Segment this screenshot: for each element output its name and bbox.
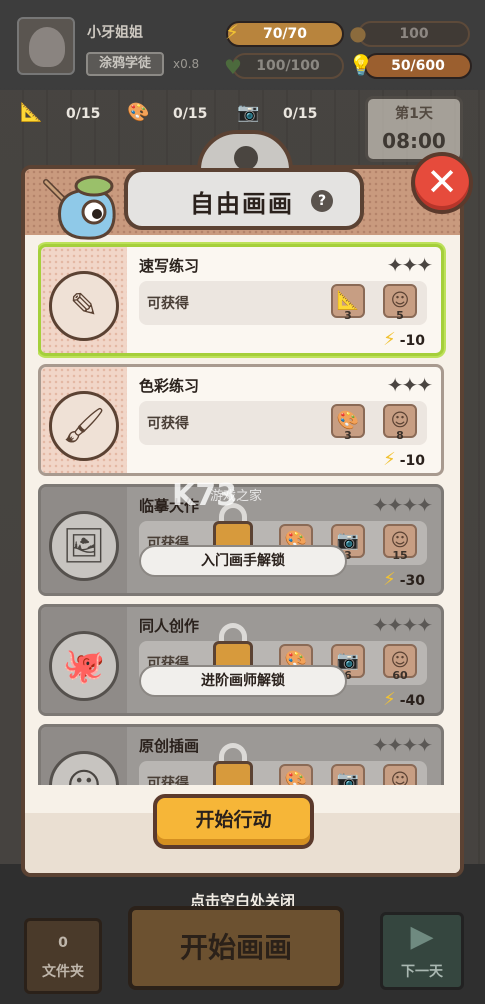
card-art-panel: 🐙 — [41, 607, 127, 713]
day-time: 08:00 — [382, 129, 446, 153]
help-icon[interactable]: ? — [311, 190, 333, 212]
reward-count: 3 — [344, 309, 352, 322]
reward-label: 可获得 — [147, 776, 189, 785]
start-action-button[interactable]: 开始行动 — [153, 794, 314, 849]
coin-counter: 100 — [358, 21, 470, 47]
card-art-panel: 🖼 — [41, 487, 127, 593]
card-title: 色彩练习 — [139, 377, 200, 395]
next-day-label: 下一天 — [401, 964, 443, 980]
folder-label: 文件夹 — [42, 964, 84, 980]
activity-list: ✎ 速写练习 ✦✦✦ 可获得 📐 3 ☺ 5 ⚡ -10 🖌 色彩练习 ✦✦✦ 可… — [38, 240, 446, 785]
energy-cost: ⚡ -30 — [383, 569, 425, 590]
avatar[interactable] — [17, 17, 75, 75]
reward-count: 3 — [344, 429, 352, 442]
ruler-counter: 📐 0/15 — [20, 98, 100, 128]
activity-card-sketch[interactable]: ✎ 速写练习 ✦✦✦ 可获得 📐 3 ☺ 5 ⚡ -10 — [38, 244, 444, 356]
card-art-panel: 🖌 — [41, 367, 127, 473]
hanger-hole — [234, 146, 258, 170]
next-day-button[interactable]: ▶ 下一天 — [380, 912, 464, 990]
character-icon: ☺ — [49, 751, 119, 785]
palette-counter: 🎨 0/15 — [127, 98, 207, 128]
activity-card-original-illustration[interactable]: ☺ 原创插画 ✦✦✦✦ 可获得 🎨 📷 8 ☺ 70 — [38, 724, 444, 785]
reward-count: 60 — [392, 669, 408, 682]
multiplier-text: x0.8 — [173, 57, 200, 71]
lightning-icon: ⚡ — [224, 20, 240, 44]
card-art-panel: ✎ — [41, 247, 127, 353]
top-hud: 小牙姐姐 涂鸦学徒 x0.8 70/70 ⚡ 100 ● 100/100 ♥ 5… — [0, 0, 485, 95]
day-label: 第1天 — [395, 106, 433, 122]
reward-count: 8 — [396, 429, 404, 442]
lightning-icon: ⚡ — [383, 569, 396, 590]
heart-icon: ♥ — [224, 55, 242, 79]
start-drawing-button[interactable]: 开始画画 — [128, 906, 344, 990]
palette-icon: 🎨 — [127, 102, 150, 123]
reward-box: 可获得 🎨 📷 8 ☺ 70 — [139, 761, 427, 785]
lightning-icon: ⚡ — [383, 449, 396, 470]
reward-box: 可获得 🎨 3 ☺ 8 — [139, 401, 427, 445]
folder-button[interactable]: 0 文件夹 — [24, 918, 102, 994]
energy-cost: ⚡ -10 — [383, 329, 425, 350]
activity-card-fan-art[interactable]: 🐙 同人创作 ✦✦✦✦ 可获得 🎨 📷 6 ☺ 60 进阶画师解锁 ⚡ -40 — [38, 604, 444, 716]
reward-label: 可获得 — [147, 416, 189, 432]
health-counter: 100/100 — [232, 53, 344, 79]
lightning-icon: ⚡ — [383, 329, 396, 350]
painting-icon: 🖼 — [49, 511, 119, 581]
card-title: 原创插画 — [139, 737, 200, 755]
energy-cost: ⚡ -10 — [383, 449, 425, 470]
camera-icon: 📷 — [237, 102, 260, 123]
difficulty-stars: ✦✦✦✦ — [371, 733, 433, 757]
camera-counter: 📷 0/15 — [237, 98, 317, 128]
difficulty-stars: ✦✦✦ — [386, 373, 433, 397]
lightning-icon: ⚡ — [383, 689, 396, 710]
bottom-bar: 0 文件夹 开始画画 ▶ 下一天 — [0, 900, 485, 1004]
close-button[interactable]: ✕ — [411, 152, 473, 214]
idea-counter: 50/600 — [364, 53, 472, 79]
skip-forward-icon: ▶ — [410, 919, 434, 954]
paint-mascot-icon — [43, 175, 116, 240]
unlock-requirement-button[interactable]: 入门画手解锁 — [139, 545, 347, 577]
unlock-requirement-button[interactable]: 进阶画师解锁 — [139, 665, 347, 697]
coin-icon: ● — [349, 21, 367, 45]
palette-icon: 🎨 — [279, 764, 313, 785]
fan-icon: ☺ — [383, 764, 417, 785]
energy-cost: ⚡ -40 — [383, 689, 425, 710]
pencil-check-icon: ✎ — [49, 271, 119, 341]
reward-label: 可获得 — [147, 296, 189, 312]
lock-icon — [213, 743, 253, 785]
camera-icon: 📷 — [331, 764, 365, 785]
folder-count: 0 — [58, 935, 68, 951]
title-plate: 自由画画 ? — [124, 168, 364, 230]
difficulty-stars: ✦✦✦✦ — [371, 613, 433, 637]
paintbrush-icon: 🖌 — [49, 391, 119, 461]
lightbulb-icon: 💡 — [348, 53, 374, 77]
player-name: 小牙姐姐 — [87, 25, 143, 41]
reward-box: 可获得 📐 3 ☺ 5 — [139, 281, 427, 325]
lock-icon — [213, 623, 253, 671]
activity-card-color[interactable]: 🖌 色彩练习 ✦✦✦ 可获得 🎨 3 ☺ 8 ⚡ -10 — [38, 364, 444, 476]
difficulty-stars: ✦✦✦ — [386, 253, 433, 277]
difficulty-stars: ✦✦✦✦ — [371, 493, 433, 517]
card-title: 同人创作 — [139, 617, 200, 635]
dialog-title: 自由画画 — [190, 190, 294, 218]
player-title-badge: 涂鸦学徒 — [86, 52, 164, 76]
reward-count: 5 — [396, 309, 404, 322]
ruler-icon: 📐 — [20, 102, 43, 123]
watermark-text: 游戏之家 — [210, 489, 263, 504]
card-title: 速写练习 — [139, 257, 200, 275]
octopus-brush-icon: 🐙 — [49, 631, 119, 701]
card-art-panel: ☺ — [41, 727, 127, 785]
reward-count: 15 — [392, 549, 408, 562]
